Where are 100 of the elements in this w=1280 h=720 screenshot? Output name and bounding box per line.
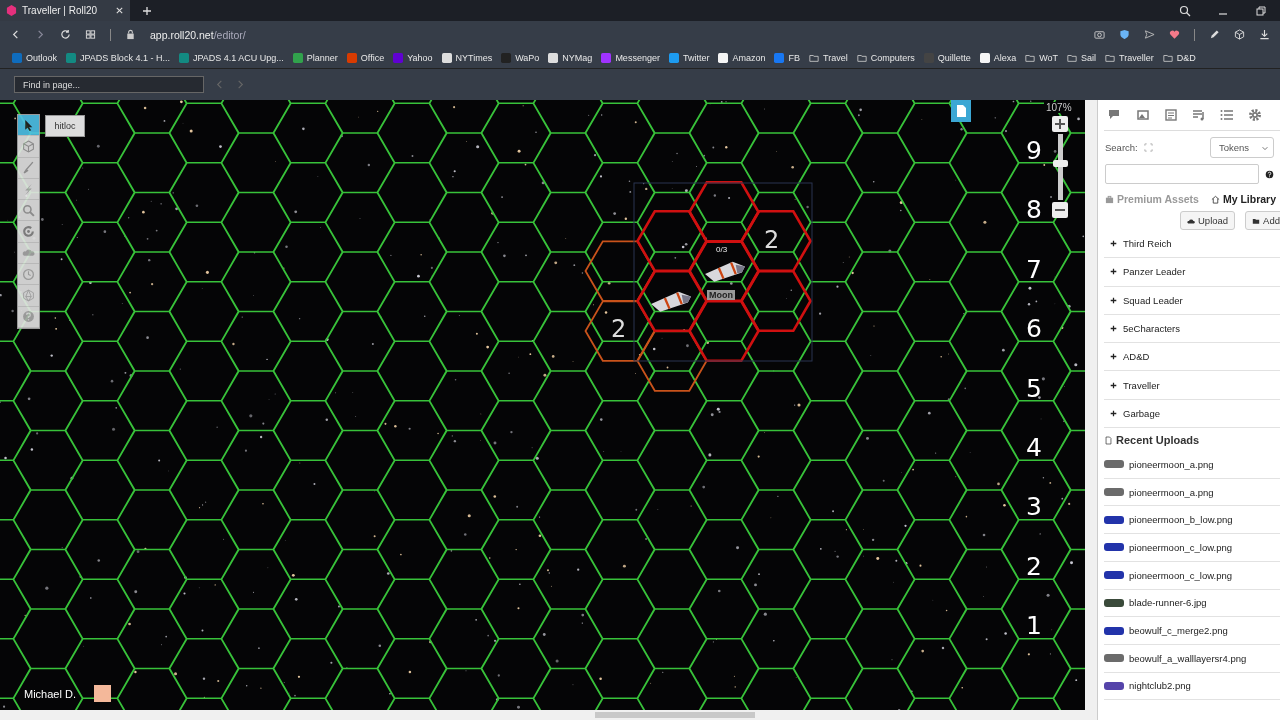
- bookmark[interactable]: JPADS Block 4.1 - H...: [66, 53, 170, 63]
- bookmark[interactable]: FB: [774, 53, 800, 63]
- circular-arrow-icon: [22, 225, 35, 239]
- bookmark[interactable]: JPADS 4.1 ACU Upg...: [178, 53, 284, 63]
- zoom-slider[interactable]: [1052, 134, 1068, 200]
- bookmark[interactable]: Traveller: [1105, 53, 1154, 63]
- row-number: 6: [1025, 314, 1043, 344]
- chat-icon[interactable]: [1108, 108, 1122, 122]
- bookmark[interactable]: Sail: [1067, 53, 1097, 63]
- shield-icon[interactable]: [1119, 29, 1130, 40]
- upload-item[interactable]: pioneermoon_a.png: [1104, 478, 1280, 507]
- horizontal-scrollbar[interactable]: [0, 710, 1085, 720]
- list-icon[interactable]: [1220, 108, 1234, 122]
- cube-icon[interactable]: [1234, 29, 1245, 40]
- zoom-in-icon[interactable]: [1052, 116, 1068, 132]
- bookmark[interactable]: Travel: [808, 53, 848, 63]
- folder-item[interactable]: Panzer Leader: [1104, 258, 1280, 287]
- plus-icon: [1110, 296, 1117, 304]
- briefcase-icon: [1105, 194, 1114, 204]
- restore-icon[interactable]: [1255, 4, 1267, 17]
- picture-icon[interactable]: [1136, 108, 1150, 122]
- row-number: 7: [1025, 254, 1043, 284]
- close-icon[interactable]: [115, 6, 124, 15]
- folder-icon: [1025, 53, 1036, 63]
- bookmark[interactable]: Planner: [292, 53, 338, 63]
- folder-icon: [1252, 216, 1261, 225]
- home-icon: [1210, 194, 1220, 204]
- upload-item[interactable]: blade-runner-6.jpg: [1104, 589, 1280, 618]
- dice-logo-icon: [6, 5, 17, 16]
- upload-item[interactable]: beowulf_c_merge2.png: [1104, 617, 1280, 645]
- settings-icon[interactable]: [1248, 108, 1262, 122]
- bookmark[interactable]: Twitter: [668, 53, 710, 63]
- bookmark[interactable]: Alexa: [979, 53, 1017, 63]
- add-button[interactable]: Add: [1245, 211, 1280, 230]
- plus-icon: [1110, 353, 1117, 361]
- back-icon[interactable]: [10, 29, 21, 40]
- upload-item[interactable]: nightclub2.png: [1104, 672, 1280, 701]
- download-icon[interactable]: [1259, 29, 1270, 40]
- heart-icon[interactable]: [1169, 29, 1180, 40]
- upload-item[interactable]: pioneermoon_c_low.png: [1104, 534, 1280, 562]
- bookmark[interactable]: D&D: [1162, 53, 1196, 63]
- bookmark[interactable]: Messenger: [601, 53, 660, 63]
- polyhedron-icon: [22, 289, 35, 302]
- library-tab[interactable]: My Library: [1210, 193, 1276, 205]
- search-icon[interactable]: [1179, 4, 1191, 17]
- row-number: 8: [1025, 195, 1043, 225]
- upload-item[interactable]: beowulf_a_walllayersr4.png: [1104, 644, 1280, 673]
- zoom-out-icon[interactable]: [1052, 202, 1068, 218]
- bookmark[interactable]: NYMag: [548, 53, 593, 63]
- upload-item[interactable]: pioneermoon_a.png: [1104, 451, 1280, 479]
- bookmark[interactable]: Outlook: [12, 53, 58, 63]
- bookmark[interactable]: WoT: [1025, 53, 1059, 63]
- help-icon[interactable]: [1265, 169, 1274, 179]
- folder-item[interactable]: Traveller: [1104, 371, 1280, 400]
- upload-button[interactable]: Upload: [1180, 211, 1236, 230]
- bookmark[interactable]: Office: [346, 53, 385, 63]
- camera-icon[interactable]: [1094, 29, 1105, 40]
- source-dropdown[interactable]: Tokens: [1209, 137, 1274, 158]
- bookmark[interactable]: Amazon: [718, 53, 766, 63]
- folder-icon: [1162, 53, 1173, 63]
- grid-icon[interactable]: [85, 29, 96, 40]
- plus-icon: [1110, 409, 1117, 417]
- folder-item[interactable]: Squad Leader: [1104, 286, 1280, 315]
- tool-button[interactable]: [18, 115, 39, 137]
- send-icon[interactable]: [1144, 29, 1155, 40]
- range-number: 2: [764, 226, 780, 254]
- token-name: Moon: [707, 290, 735, 300]
- upload-item[interactable]: pioneermoon_b_low.png: [1104, 506, 1280, 535]
- folder-item[interactable]: AD&D: [1104, 343, 1280, 372]
- slider-thumb[interactable]: [1052, 160, 1068, 168]
- bookmark[interactable]: Yahoo: [393, 53, 433, 63]
- forward-icon[interactable]: [35, 29, 46, 40]
- address-field[interactable]: app.roll20.net/editor/: [150, 28, 246, 41]
- row-number: 5: [1025, 373, 1043, 403]
- search-field[interactable]: [1105, 164, 1259, 184]
- plus-icon: [1110, 268, 1117, 276]
- folder-item[interactable]: 5eCharacters: [1104, 314, 1280, 344]
- row-number: 1: [1025, 611, 1043, 641]
- search-label: Search:: [1105, 142, 1138, 153]
- macro-button[interactable]: hitloc: [45, 115, 85, 137]
- newspaper-icon[interactable]: [1164, 108, 1178, 122]
- upload-item[interactable]: pioneermoon_c_low.png: [1104, 561, 1280, 590]
- bookmark[interactable]: Quillette: [923, 53, 971, 63]
- lock-icon[interactable]: [125, 29, 136, 40]
- bookmark[interactable]: WaPo: [501, 53, 540, 63]
- bookmark[interactable]: NYTimes: [441, 53, 493, 63]
- folder-icon: [856, 53, 867, 63]
- folder-item[interactable]: Third Reich: [1104, 230, 1280, 259]
- find-field[interactable]: Find in page...: [14, 76, 204, 93]
- folder-item[interactable]: Garbage: [1104, 399, 1280, 429]
- bookmark[interactable]: Computers: [856, 53, 915, 63]
- row-number: 9: [1025, 136, 1043, 165]
- vertical-scrollbar[interactable]: [1085, 100, 1098, 720]
- music-list-icon[interactable]: [1192, 108, 1206, 122]
- pencil-icon[interactable]: [1209, 29, 1220, 40]
- browser-tab[interactable]: Traveller | Roll20: [0, 0, 130, 21]
- new-tab-icon[interactable]: [142, 5, 152, 16]
- token-bar-value: 0/3: [716, 245, 728, 255]
- note-button-icon[interactable]: [951, 100, 971, 122]
- reload-icon[interactable]: [60, 29, 71, 40]
